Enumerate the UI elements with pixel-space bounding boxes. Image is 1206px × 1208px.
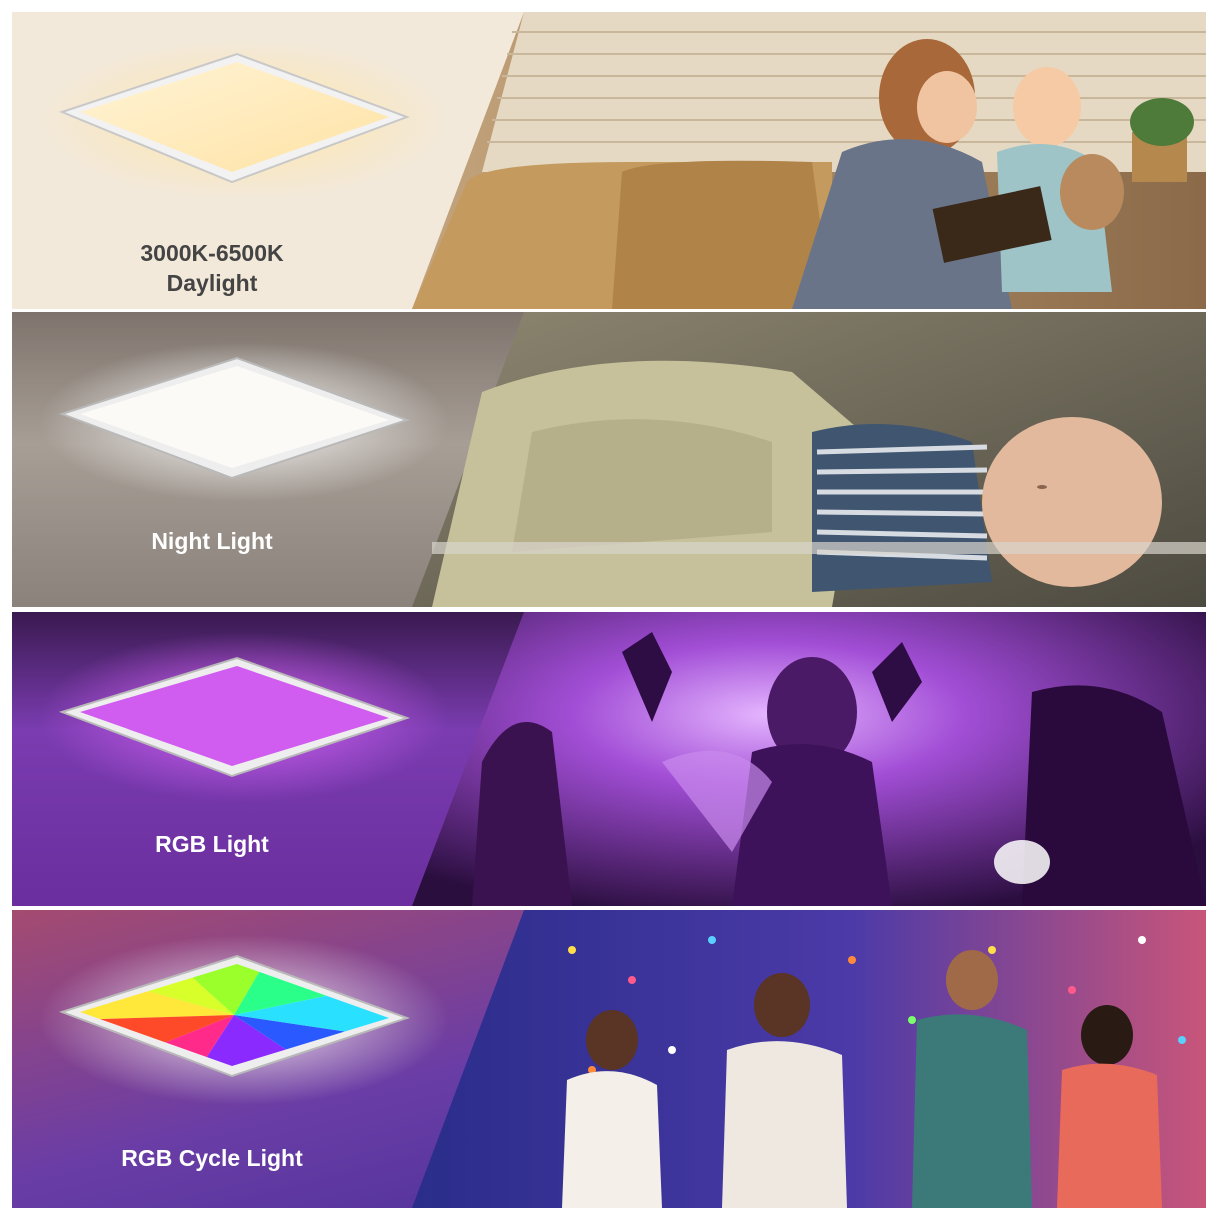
- panel-rgb-cycle-light: RGB Cycle Light: [12, 910, 1206, 1208]
- label-daylight: 3000K-6500K Daylight: [12, 238, 412, 298]
- label-rgb-light-text: RGB Light: [155, 831, 269, 857]
- night-light-scene: [12, 312, 1206, 607]
- rgb-light-scene: [12, 612, 1206, 906]
- panel-night-light: Night Light: [12, 312, 1206, 607]
- label-daylight-line1: 3000K-6500K: [140, 240, 284, 266]
- label-rgb-cycle-light-text: RGB Cycle Light: [121, 1145, 303, 1171]
- label-night-light-text: Night Light: [151, 528, 273, 554]
- label-night-light: Night Light: [12, 526, 412, 556]
- panel-rgb-light: RGB Light: [12, 612, 1206, 906]
- label-rgb-cycle-light: RGB Cycle Light: [12, 1143, 412, 1173]
- label-rgb-light: RGB Light: [12, 829, 412, 859]
- panel-daylight: 3000K-6500K Daylight: [12, 12, 1206, 309]
- label-daylight-line2: Daylight: [166, 270, 258, 296]
